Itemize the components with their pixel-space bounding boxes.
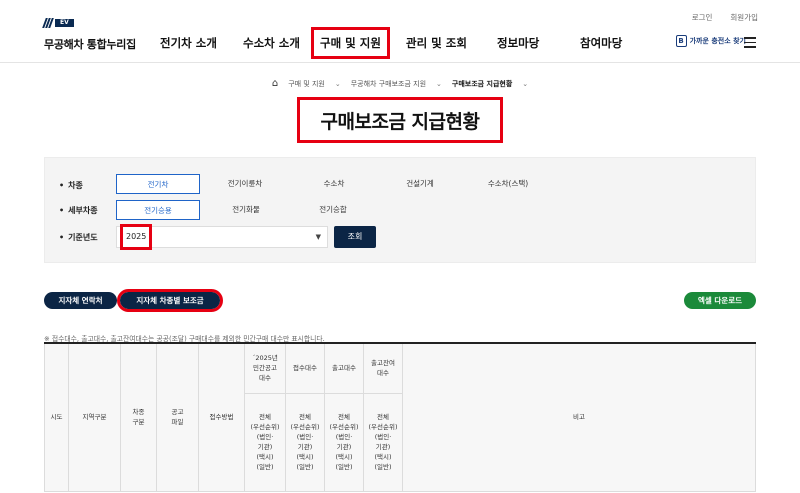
col-remarks: 비고 xyxy=(402,342,756,492)
filter-panel: 차종 전기차 전기이륜차 수소차 건설기계 수소차(스택) 세부차종 전기승용 … xyxy=(44,157,756,263)
tab-contacts[interactable]: 지자체 연락처 xyxy=(44,292,117,309)
year-select[interactable]: 2025 ▼ xyxy=(116,224,328,250)
col-method: 접수방법 xyxy=(198,342,245,492)
sub-header-remaining: 전체 (우선순위) (법인· 기관) (택시) (일반) xyxy=(363,392,403,492)
sub-header-public: 전체 (우선순위) (법인· 기관) (택시) (일반) xyxy=(244,392,286,492)
search-button[interactable]: 조회 xyxy=(334,226,376,248)
join-link[interactable]: 회원가입 xyxy=(730,12,758,23)
year-label: 기준년도 xyxy=(59,232,97,243)
breadcrumb-item-1[interactable]: 구매 및 지원 xyxy=(288,79,325,89)
chevron-down-icon[interactable]: ⌄ xyxy=(522,80,528,88)
nav-participate[interactable]: 참여마당 xyxy=(580,30,622,56)
col-notice-file: 공고 파일 xyxy=(156,342,199,492)
sub-header-shipped: 전체 (우선순위) (법인· 기관) (택시) (일반) xyxy=(324,392,364,492)
vehicle-option-hydrogen-stack[interactable]: 수소차(스택) xyxy=(478,174,538,194)
nav-hydrogen-intro[interactable]: 수소차 소개 xyxy=(243,30,300,56)
header-divider xyxy=(0,62,800,63)
breadcrumb-item-3[interactable]: 구매보조금 지급현황 xyxy=(452,79,512,89)
vehicle-option-e-motorcycle[interactable]: 전기이륜차 xyxy=(215,174,275,194)
detail-option-cargo[interactable]: 전기화물 xyxy=(221,200,271,220)
nav-manage-lookup[interactable]: 관리 및 조회 xyxy=(406,30,467,56)
col-received: 접수대수 xyxy=(285,342,325,394)
chevron-down-icon[interactable]: ⌄ xyxy=(436,80,442,88)
login-link[interactable]: 로그인 xyxy=(692,12,713,23)
vehicle-option-construction[interactable]: 건설기계 xyxy=(394,174,446,194)
nav-info[interactable]: 정보마당 xyxy=(497,30,539,56)
dropdown-arrow-icon: ▼ xyxy=(315,233,321,241)
vehicle-option-ev[interactable]: 전기차 xyxy=(116,174,200,194)
nav-purchase-support[interactable]: 구매 및 지원 xyxy=(311,27,390,59)
col-sido: 시도 xyxy=(44,342,69,492)
chevron-down-icon[interactable]: ⌄ xyxy=(335,80,341,88)
sub-header-received: 전체 (우선순위) (법인· 기관) (택시) (일반) xyxy=(285,392,325,492)
breadcrumb-item-2[interactable]: 무공해차 구매보조금 지원 xyxy=(351,79,426,89)
utility-links: 로그인 회원가입 xyxy=(692,12,758,23)
page-title: 구매보조금 지급현황 xyxy=(297,97,503,143)
charging-station-icon: B xyxy=(675,35,687,47)
logo-badge: EV xyxy=(55,19,74,27)
col-vehicle-type: 차종 구분 xyxy=(120,342,157,492)
excel-download-button[interactable]: 엑셀 다운로드 xyxy=(684,292,756,309)
subsidy-table: 시도 지역구분 차종 구분 공고 파일 접수방법 ´2025년 민간공고 대수 접수대수… xyxy=(44,342,756,492)
tab-subsidy-by-vehicle[interactable]: 지자체 차종별 보조금 xyxy=(117,289,223,312)
vehicle-type-label: 차종 xyxy=(59,180,83,191)
vehicle-option-hydrogen[interactable]: 수소차 xyxy=(309,174,359,194)
year-value: 2025 xyxy=(119,224,153,250)
col-shipped: 출고대수 xyxy=(324,342,364,394)
find-station-button[interactable]: B 가까운 충전소 찾기 xyxy=(675,35,746,47)
nav-ev-intro[interactable]: 전기차 소개 xyxy=(160,30,217,56)
col-remaining: 출고잔여 대수 xyxy=(363,342,403,394)
detail-option-passenger[interactable]: 전기승용 xyxy=(116,200,200,220)
col-public-notice: ´2025년 민간공고 대수 xyxy=(244,342,286,394)
find-station-label: 가까운 충전소 찾기 xyxy=(689,37,746,45)
detail-option-van[interactable]: 전기승합 xyxy=(308,200,358,220)
detail-type-label: 세부차종 xyxy=(59,205,97,216)
col-region: 지역구분 xyxy=(68,342,121,492)
breadcrumb: ⌂ 구매 및 지원 ⌄ 무공해차 구매보조금 지원 ⌄ 구매보조금 지급현황 ⌄ xyxy=(0,78,800,89)
home-icon[interactable]: ⌂ xyxy=(272,78,278,89)
hamburger-menu-icon[interactable] xyxy=(744,37,756,51)
logo-mark: EV xyxy=(42,18,84,28)
